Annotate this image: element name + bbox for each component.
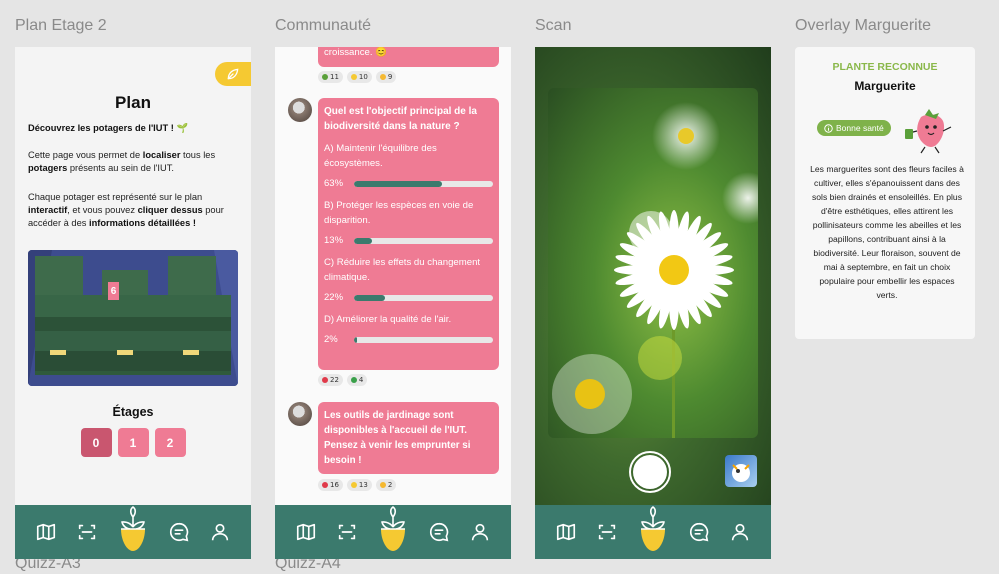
plant-home-icon[interactable] [377, 505, 409, 553]
camera-viewfinder[interactable] [548, 88, 758, 438]
recognized-label: PLANTE RECONNUE [832, 61, 938, 73]
chat-icon[interactable] [168, 521, 190, 543]
poll-result-c: 22% [324, 290, 493, 305]
reaction-row: 11 10 9 [318, 71, 397, 83]
bottom-nav [275, 505, 511, 559]
chat-icon[interactable] [428, 521, 450, 543]
sprout-icon: 🌱 [176, 123, 189, 133]
message-text: Les outils de jardinage sont disponibles… [324, 410, 471, 466]
gallery-thumbnail[interactable] [725, 455, 757, 487]
reaction-smile[interactable]: 9 [375, 71, 397, 83]
daisy-photo [552, 102, 758, 438]
scan-icon[interactable] [336, 521, 358, 543]
scan-screen [535, 47, 771, 559]
bottom-nav [535, 505, 771, 559]
poll-bar-b [354, 237, 373, 244]
map-marker-6[interactable]: 6 [108, 282, 119, 300]
leaf-icon [227, 68, 239, 80]
reaction-thumbs[interactable]: 13 [346, 479, 372, 491]
avatar[interactable] [288, 98, 312, 122]
gallery-image-icon [732, 464, 750, 482]
poll-result-d: 2% [324, 332, 493, 347]
map-icon[interactable] [295, 521, 317, 543]
frame-label-scan: Scan [535, 17, 572, 34]
reaction-heart[interactable]: 22 [318, 374, 343, 386]
frame-label-plan: Plan Etage 2 [15, 17, 107, 34]
reaction-sprout[interactable]: 11 [318, 71, 343, 83]
bottom-nav [15, 505, 251, 559]
plant-name: Marguerite [854, 79, 916, 93]
reaction-row: 22 4 [318, 374, 368, 386]
etages-title: Étages [112, 405, 154, 419]
sprout-icon [322, 74, 328, 80]
reaction-smile[interactable]: 2 [375, 479, 397, 491]
poll-bar-d [354, 336, 357, 343]
user-icon[interactable] [469, 521, 491, 543]
poll-option-a[interactable]: A) Maintenir l'équilibre des écosystèmes… [324, 141, 493, 171]
map-icon[interactable] [35, 521, 57, 543]
etage-button-2[interactable]: 2 [154, 428, 186, 457]
etage-button-0[interactable]: 0 [80, 428, 112, 457]
frame-label-communaute: Communauté [275, 17, 372, 34]
etage-button-1[interactable]: 1 [117, 428, 149, 457]
poll-option-b[interactable]: B) Protéger les espèces en voie de dispa… [324, 198, 493, 228]
plan-paragraph-1: Cette page vous permet de localiser tous… [28, 150, 216, 173]
overlay-marguerite: PLANTE RECONNUE Marguerite Bonne santé L… [795, 47, 975, 339]
scan-icon[interactable] [596, 521, 618, 543]
capture-button[interactable] [629, 451, 671, 493]
etage-selector: 0 1 2 [15, 428, 251, 457]
check-icon [350, 377, 357, 383]
message-bubble-previous: croissance. 😊 [318, 47, 499, 67]
thumbs-up-icon [350, 482, 357, 488]
message-bubble: Les outils de jardinage sont disponibles… [318, 402, 499, 474]
reaction-thumbs[interactable]: 10 [346, 71, 372, 83]
plant-description: Les marguerites sont des fleurs faciles … [810, 164, 964, 300]
user-icon[interactable] [729, 521, 751, 543]
user-icon[interactable] [209, 521, 231, 543]
poll-bar-a [354, 180, 442, 187]
smile-icon [379, 74, 386, 80]
message-text: croissance. 😊 [324, 47, 388, 58]
leaf-badge[interactable] [215, 62, 251, 86]
chat-icon[interactable] [688, 521, 710, 543]
poll-option-c[interactable]: C) Réduire les effets du changement clim… [324, 255, 493, 285]
capture-button-inner [633, 455, 667, 489]
thumbs-up-icon [350, 74, 357, 80]
poll-result-a: 63% [324, 176, 493, 191]
building-3d-illustration [28, 250, 238, 386]
poll-question: Quel est l'objectif principal de la biod… [324, 106, 477, 132]
scan-icon[interactable] [76, 521, 98, 543]
avatar[interactable] [288, 402, 312, 426]
smile-icon [379, 482, 386, 488]
plant-home-icon[interactable] [637, 505, 669, 553]
page-title: Plan [115, 93, 151, 112]
poll-result-b: 13% [324, 233, 493, 248]
poll-bar-c [354, 294, 385, 301]
heart-icon [322, 482, 328, 488]
poll-option-d[interactable]: D) Améliorer la qualité de l'air. [324, 312, 493, 327]
map-icon[interactable] [555, 521, 577, 543]
reaction-check[interactable]: 4 [346, 374, 368, 386]
reaction-heart[interactable]: 16 [318, 479, 343, 491]
interactive-map[interactable]: 6 [28, 250, 238, 386]
strawberry-mascot-icon [903, 103, 955, 155]
frame-label-overlay: Overlay Marguerite [795, 17, 932, 34]
health-badge: Bonne santé [817, 120, 891, 136]
communaute-screen: croissance. 😊 11 10 9 Quel est l'objecti… [275, 47, 511, 559]
info-icon [824, 123, 833, 133]
plan-paragraph-2: Chaque potager est représenté sur le pla… [28, 192, 224, 228]
poll-bubble: Quel est l'objectif principal de la biod… [318, 98, 499, 370]
plant-home-icon[interactable] [117, 505, 149, 553]
plan-intro: Découvrez les potagers de l'IUT ! 🌱 [28, 123, 189, 133]
plan-screen: Plan Découvrez les potagers de l'IUT ! 🌱… [15, 47, 251, 559]
reaction-row: 16 13 2 [318, 479, 397, 491]
heart-icon [322, 377, 328, 383]
